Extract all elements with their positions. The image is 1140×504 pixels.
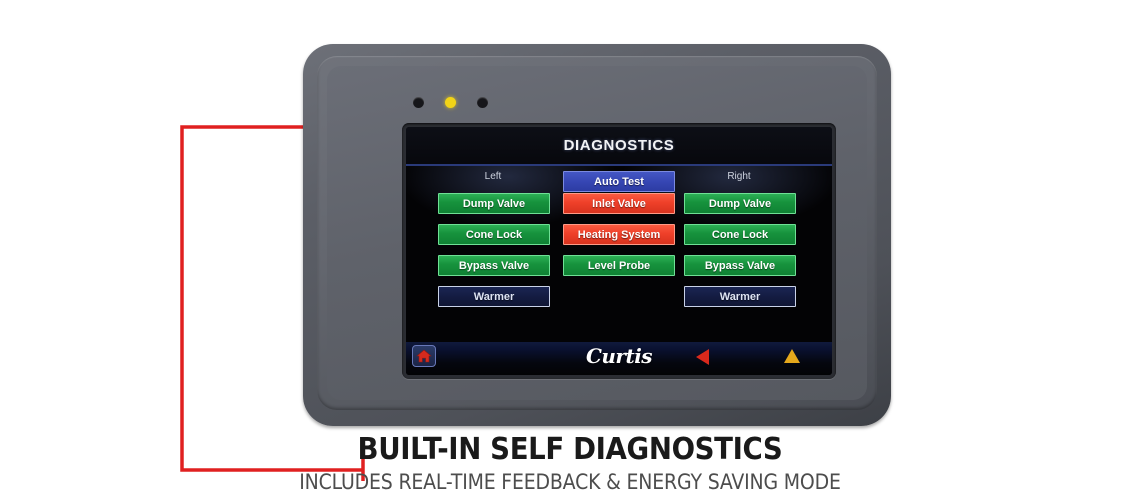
device-face: DIAGNOSTICS Left Auto Test Right Dump Va… xyxy=(327,66,867,400)
column-labels: Left Auto Test Right xyxy=(406,171,832,192)
button-center-level-probe[interactable]: Level Probe xyxy=(563,255,675,276)
control-panel-device: DIAGNOSTICS Left Auto Test Right Dump Va… xyxy=(303,44,891,426)
caption-headline: BUILT-IN SELF DIAGNOSTICS xyxy=(357,432,783,467)
device-inner-shell: DIAGNOSTICS Left Auto Test Right Dump Va… xyxy=(317,56,877,410)
button-right-dump-valve[interactable]: Dump Valve xyxy=(684,193,796,214)
button-center-inlet-valve[interactable]: Inlet Valve xyxy=(563,193,675,214)
screen-bezel: DIAGNOSTICS Left Auto Test Right Dump Va… xyxy=(402,123,836,379)
led-indicator-row xyxy=(413,97,488,108)
column-label-left: Left xyxy=(484,171,502,182)
column-label-right: Right xyxy=(727,171,751,182)
led-indicator-3 xyxy=(477,97,488,108)
screen-footer: Curtis xyxy=(406,342,832,375)
led-indicator-1 xyxy=(413,97,424,108)
button-left-dump-valve[interactable]: Dump Valve xyxy=(438,193,550,214)
led-indicator-2 xyxy=(445,97,456,108)
screen-header: DIAGNOSTICS xyxy=(406,127,832,166)
button-left-cone-lock[interactable]: Cone Lock xyxy=(438,224,550,245)
button-right-bypass-valve[interactable]: Bypass Valve xyxy=(684,255,796,276)
button-left-warmer[interactable]: Warmer xyxy=(438,286,550,307)
caption-subhead: INCLUDES REAL-TIME FEEDBACK & ENERGY SAV… xyxy=(299,470,841,494)
button-right-warmer[interactable]: Warmer xyxy=(684,286,796,307)
button-center-heating-system[interactable]: Heating System xyxy=(563,224,675,245)
brand-logo: Curtis xyxy=(585,344,653,368)
auto-test-button[interactable]: Auto Test xyxy=(563,171,675,192)
button-right-cone-lock[interactable]: Cone Lock xyxy=(684,224,796,245)
triangle-up-icon[interactable] xyxy=(784,349,800,363)
button-left-bypass-valve[interactable]: Bypass Valve xyxy=(438,255,550,276)
screen-body: Left Auto Test Right Dump Valve Cone Loc… xyxy=(406,166,832,342)
lcd-screen[interactable]: DIAGNOSTICS Left Auto Test Right Dump Va… xyxy=(406,127,832,375)
page-title: DIAGNOSTICS xyxy=(563,137,675,154)
triangle-left-icon[interactable] xyxy=(696,349,709,365)
